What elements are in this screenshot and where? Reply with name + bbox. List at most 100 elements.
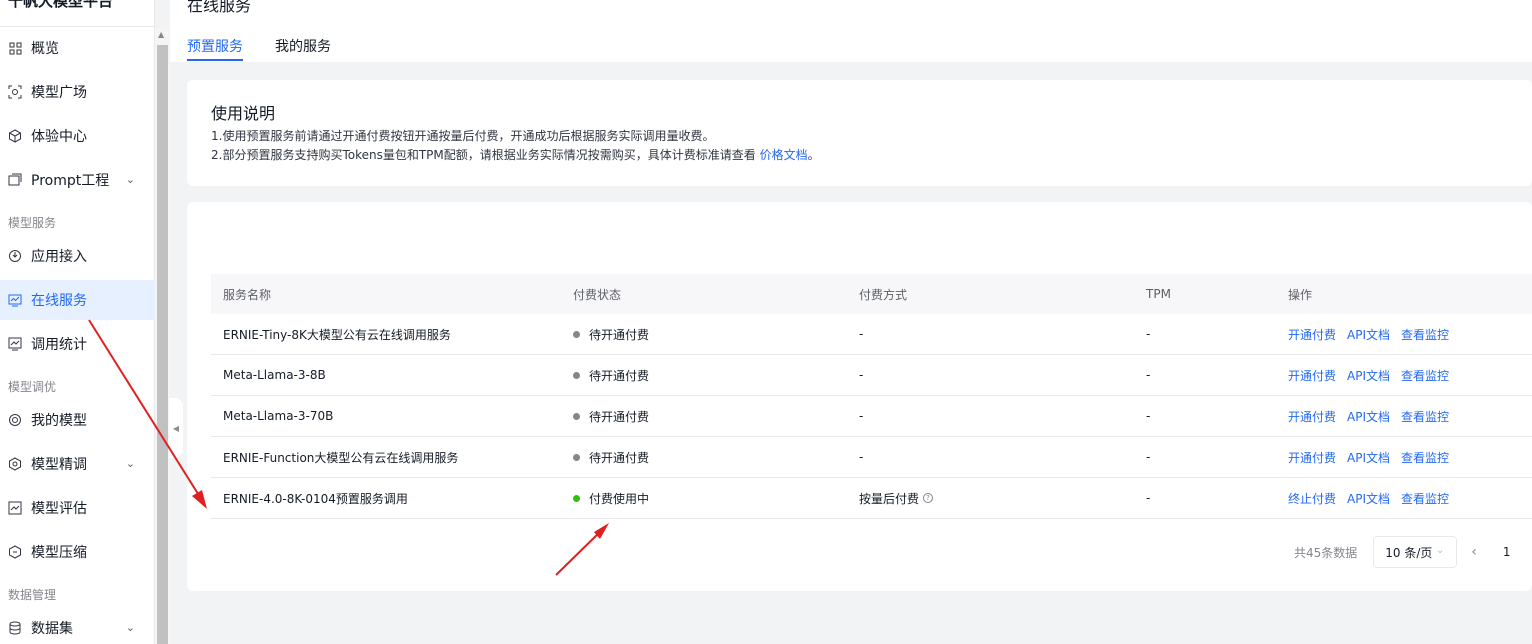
pagination: 共45条数据 10 条/页 ⌄ ‹ 1 (1294, 536, 1511, 568)
api-doc-link[interactable]: API文档 (1347, 326, 1390, 343)
method-cell: - (859, 409, 864, 423)
nav-group-model-service: 模型服务 (8, 216, 57, 230)
nav-group-model-tuning: 模型调优 (8, 380, 57, 394)
sidebar-item-online-service[interactable]: 在线服务 (0, 280, 155, 320)
api-doc-link[interactable]: API文档 (1347, 408, 1390, 425)
chevron-down-icon[interactable]: ⌄ (126, 173, 135, 186)
enable-billing-link[interactable]: 开通付费 (1288, 367, 1336, 384)
model-square-icon (8, 85, 22, 99)
sidebar-item-prompt[interactable]: Prompt工程 ⌄ (0, 160, 155, 200)
service-name: Meta-Llama-3-70B (223, 409, 334, 423)
enable-billing-link[interactable]: 开通付费 (1288, 408, 1336, 425)
scroll-up-icon[interactable]: ▲ (158, 30, 164, 39)
sidebar-item-label: 在线服务 (31, 293, 87, 309)
sidebar-item-fine-tune[interactable]: 模型精调 ⌄ (0, 444, 155, 484)
price-doc-link[interactable]: 价格文档 (760, 148, 808, 162)
sidebar-item-my-models[interactable]: 我的模型 (0, 400, 155, 440)
current-page[interactable]: 1 (1503, 545, 1511, 559)
page-size-select[interactable]: 10 条/页 ⌄ (1373, 536, 1458, 568)
usage-title: 使用说明 (211, 104, 276, 123)
tpm-cell: - (1146, 327, 1151, 341)
tab-my-services[interactable]: 我的服务 (275, 36, 331, 56)
api-doc-link[interactable]: API文档 (1347, 449, 1390, 466)
sidebar-item-label: 模型精调 (31, 457, 87, 473)
status-text: 待开通付费 (589, 327, 650, 342)
tpm-cell: - (1146, 409, 1151, 423)
status-text: 付费使用中 (589, 491, 650, 506)
status-cell: 待开通付费 (561, 408, 847, 425)
column-header-actions: 操作 (1288, 287, 1313, 302)
sidebar-item-label: 应用接入 (31, 249, 87, 265)
sidebar-item-dataset[interactable]: 数据集 ⌄ (0, 608, 155, 644)
chevron-down-icon[interactable]: ⌄ (126, 621, 135, 634)
page-title: 在线服务 (187, 0, 252, 15)
api-doc-link[interactable]: API文档 (1347, 490, 1390, 507)
compress-icon (8, 545, 22, 559)
nav-group-data-mgmt: 数据管理 (8, 588, 57, 602)
table-row: ERNIE-Tiny-8K大模型公有云在线调用服务 待开通付费 - - 开通付费… (211, 314, 1532, 355)
chevron-down-icon: ⌄ (1435, 545, 1445, 556)
status-text: 待开通付费 (589, 450, 650, 465)
actions-cell: 开通付费 API文档 查看监控 (1276, 367, 1532, 384)
sidebar-item-compress[interactable]: 模型压缩 (0, 532, 155, 572)
sidebar-item-eval[interactable]: 模型评估 (0, 488, 155, 528)
chart-icon (8, 337, 22, 351)
page-header: 在线服务 预置服务 我的服务 (170, 0, 1532, 62)
method-cell: - (859, 450, 864, 464)
sidebar-item-app-access[interactable]: 应用接入 (0, 236, 155, 276)
actions-cell: 开通付费 API文档 查看监控 (1276, 408, 1532, 425)
total-count: 共45条数据 (1294, 545, 1358, 560)
sidebar-item-label: 模型评估 (31, 501, 87, 517)
sidebar-item-label: 模型广场 (31, 85, 87, 101)
sidebar-item-label: 体验中心 (31, 129, 87, 145)
sidebar-item-label: 概览 (31, 41, 59, 57)
view-monitor-link[interactable]: 查看监控 (1401, 367, 1449, 384)
sidebar-item-model-square[interactable]: 模型广场 (0, 72, 155, 112)
method-text: 按量后付费 (859, 491, 920, 506)
active-tab-indicator (187, 59, 243, 61)
sidebar-item-label: Prompt工程 (31, 173, 110, 189)
usage-instructions-card: 使用说明 1.使用预置服务前请通过开通付费按钮开通按量后付费，开通成功后根据服务… (187, 80, 1532, 186)
prev-page-icon[interactable]: ‹ (1471, 544, 1477, 560)
usage-line-2-suffix: 。 (807, 148, 820, 162)
sidebar-item-call-stats[interactable]: 调用统计 (0, 324, 155, 364)
status-dot (573, 412, 580, 420)
chevron-down-icon[interactable]: ⌄ (126, 457, 135, 470)
enable-billing-link[interactable]: 开通付费 (1288, 449, 1336, 466)
tab-preset-services[interactable]: 预置服务 (187, 36, 243, 56)
actions-cell: 开通付费 API文档 查看监控 (1276, 449, 1532, 466)
view-monitor-link[interactable]: 查看监控 (1401, 490, 1449, 507)
status-cell: 待开通付费 (561, 326, 847, 343)
view-monitor-link[interactable]: 查看监控 (1401, 326, 1449, 343)
grid-icon (8, 41, 22, 55)
enable-billing-link[interactable]: 开通付费 (1288, 326, 1336, 343)
sidebar-scrollbar-thumb[interactable] (157, 45, 168, 644)
usage-line-2-text: 2.部分预置服务支持购买Tokens量包和TPM配额，请根据业务实际情况按需购买… (211, 148, 760, 162)
service-name: ERNIE-Function大模型公有云在线调用服务 (223, 450, 459, 465)
services-table: 服务名称 付费状态 付费方式 TPM 操作 ERNIE-Tiny-8K大模型公有… (211, 274, 1532, 519)
api-doc-link[interactable]: API文档 (1347, 367, 1390, 384)
actions-cell: 终止付费 API文档 查看监控 (1276, 490, 1532, 507)
help-icon[interactable]: ? (923, 493, 934, 503)
prompt-icon (8, 173, 22, 187)
stop-billing-link[interactable]: 终止付费 (1288, 490, 1336, 507)
table-row: Meta-Llama-3-70B 待开通付费 - - 开通付费 API文档 查看监控 (211, 396, 1532, 437)
page-size-value: 10 条/页 (1385, 545, 1433, 560)
sidebar-item-overview[interactable]: 概览 (0, 28, 155, 68)
service-name: Meta-Llama-3-8B (223, 368, 326, 382)
sidebar-collapse-handle[interactable]: ◀ (169, 398, 183, 458)
method-cell: - (859, 368, 864, 382)
sidebar-item-experience[interactable]: 体验中心 (0, 116, 155, 156)
view-monitor-link[interactable]: 查看监控 (1401, 408, 1449, 425)
chevron-left-icon: ◀ (172, 423, 180, 433)
status-cell: 待开通付费 (561, 449, 847, 466)
table-row: ERNIE-Function大模型公有云在线调用服务 待开通付费 - - 开通付… (211, 437, 1532, 478)
view-monitor-link[interactable]: 查看监控 (1401, 449, 1449, 466)
services-table-card: 服务名称 付费状态 付费方式 TPM 操作 ERNIE-Tiny-8K大模型公有… (187, 202, 1532, 591)
status-dot (573, 330, 580, 338)
usage-line-1: 1.使用预置服务前请通过开通付费按钮开通按量后付费，开通成功后根据服务实际调用量… (211, 129, 715, 143)
eval-icon (8, 501, 22, 515)
brand-divider (0, 26, 155, 27)
method-cell: - (859, 327, 864, 341)
table-header: 服务名称 付费状态 付费方式 TPM 操作 (211, 274, 1532, 314)
